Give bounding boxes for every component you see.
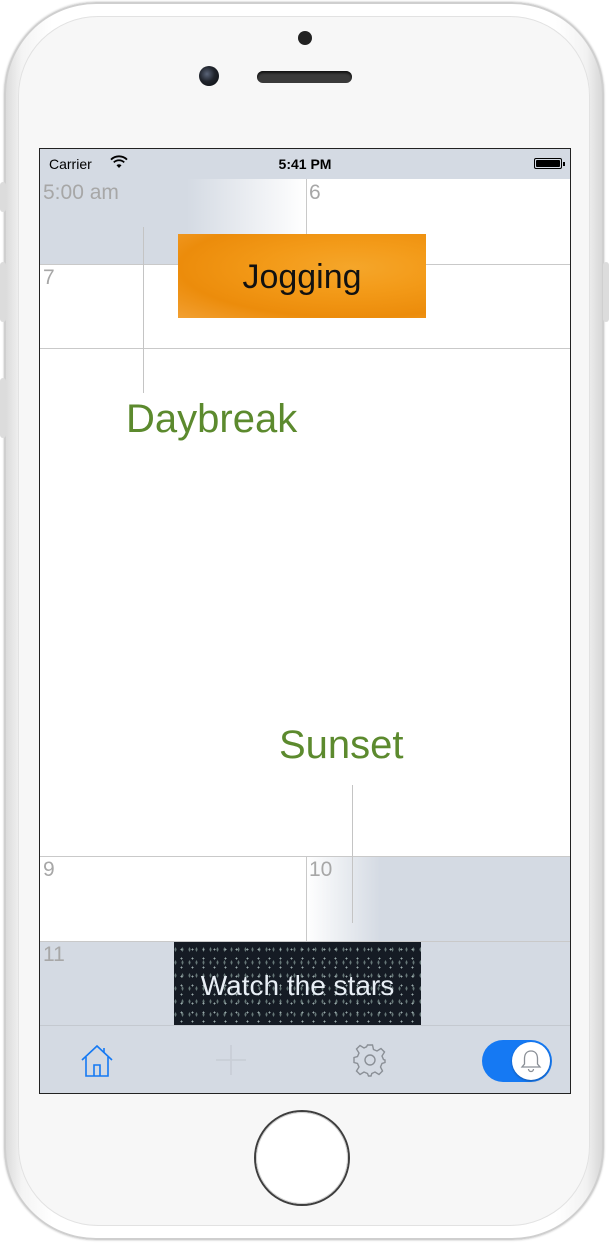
toggle-knob — [512, 1042, 550, 1080]
power-button — [603, 262, 609, 322]
status-bar: Carrier 5:41 PM — [40, 149, 570, 179]
tab-bar — [40, 1025, 570, 1093]
hour-cell-9[interactable]: 9 — [40, 856, 306, 941]
bell-icon — [520, 1049, 542, 1078]
home-button[interactable] — [256, 1112, 348, 1204]
event-title: Watch the stars — [200, 970, 395, 1001]
grid-line — [40, 856, 570, 857]
daybreak-marker-line — [143, 227, 144, 393]
event-watch-the-stars[interactable]: Watch the stars — [174, 942, 421, 1026]
battery-icon — [534, 158, 565, 169]
hour-label: 11 — [43, 943, 65, 966]
hour-label: 7 — [43, 266, 55, 289]
daybreak-label: Daybreak — [126, 397, 298, 441]
grid-line — [306, 856, 307, 941]
hour-label: 5:00 am — [43, 181, 119, 204]
home-icon[interactable] — [79, 1042, 115, 1083]
event-title: Jogging — [242, 258, 362, 296]
hour-label: 10 — [309, 858, 333, 881]
earpiece-speaker — [257, 71, 352, 83]
sunset-label: Sunset — [279, 723, 404, 767]
volume-down-button — [0, 378, 6, 438]
grid-line — [40, 348, 570, 349]
alarm-toggle[interactable] — [482, 1040, 552, 1082]
screen: Carrier 5:41 PM 5:00 am 6 7 9 10 11 Dayb… — [39, 148, 571, 1094]
proximity-sensor — [298, 31, 312, 45]
sunset-marker-line — [352, 785, 353, 923]
gear-icon[interactable] — [352, 1042, 388, 1083]
mute-switch — [0, 182, 6, 212]
hour-label: 6 — [309, 181, 321, 204]
hour-label: 9 — [43, 858, 55, 881]
plus-icon[interactable] — [214, 1043, 248, 1082]
volume-up-button — [0, 262, 6, 322]
front-camera — [199, 66, 219, 86]
event-jogging[interactable]: Jogging — [178, 234, 426, 318]
hour-cell-10[interactable]: 10 — [306, 856, 570, 941]
status-time: 5:41 PM — [278, 156, 332, 172]
